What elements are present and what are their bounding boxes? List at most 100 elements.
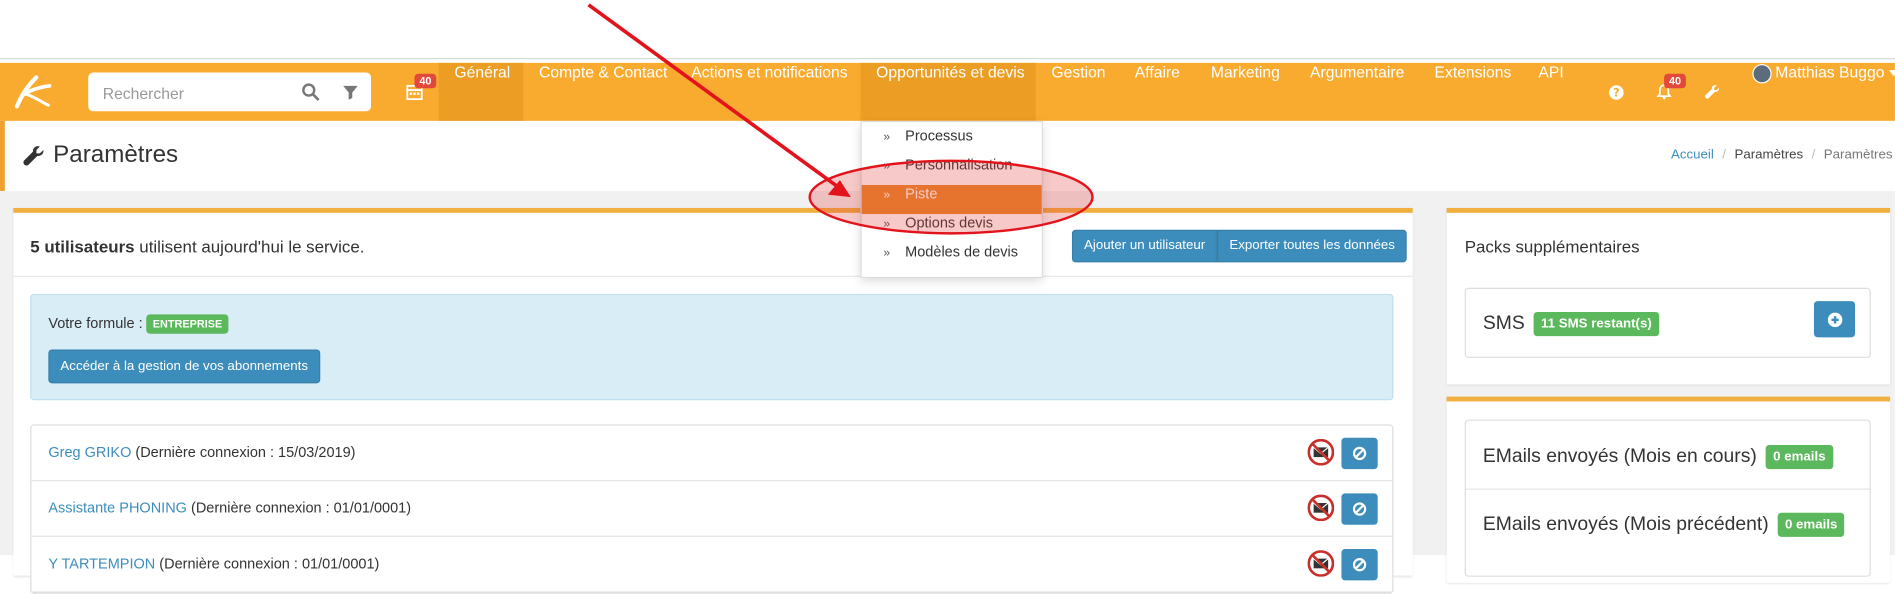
no-email-icon[interactable] [1307, 438, 1335, 466]
users-actions: Ajouter un utilisateur Exporter toutes l… [1071, 229, 1408, 263]
breadcrumb-home[interactable]: Accueil [1671, 148, 1714, 163]
breadcrumb-separator: / [1811, 147, 1816, 163]
add-sms-button[interactable] [1813, 301, 1856, 338]
page-title-text: Paramètres [53, 141, 179, 169]
user-last-login: (Dernière connexion : 01/01/0001) [155, 555, 380, 572]
dropdown-item-options-devis[interactable]: » Options devis [862, 214, 1042, 243]
dropdown-item-label: Personnalisation [905, 155, 1013, 173]
search-icon[interactable] [301, 82, 320, 101]
app-logo-icon[interactable] [10, 73, 54, 112]
packs-title: Packs supplémentaires [1464, 237, 1640, 257]
export-data-button[interactable]: Exporter toutes les données [1217, 229, 1408, 263]
users-panel: 5 utilisateurs utilisent aujourd'hui le … [13, 207, 1413, 594]
disable-user-button[interactable] [1341, 493, 1378, 525]
ban-icon [1352, 446, 1367, 461]
formula-box: Votre formule : ENTREPRISE Accéder à la … [30, 293, 1394, 401]
wrench-icon [1705, 85, 1720, 99]
add-user-button[interactable]: Ajouter un utilisateur [1071, 229, 1218, 263]
opportunities-dropdown: » Processus » Personnalisation » Piste » Opt… [860, 120, 1043, 279]
sms-box: SMS 11 SMS restant(s) [1464, 287, 1871, 358]
filter-icon[interactable] [341, 82, 360, 101]
emails-prev-badge: 0 emails [1777, 512, 1845, 537]
disable-user-button[interactable] [1341, 437, 1378, 470]
settings-button[interactable] [1692, 63, 1733, 121]
nav-extensions[interactable]: Extensions [1419, 63, 1527, 121]
emails-prev-label: EMails envoyés (Mois précédent) [1482, 514, 1769, 535]
nav-argumentaire[interactable]: Argumentaire [1294, 63, 1420, 121]
emails-current-label: EMails envoyés (Mois en cours) [1482, 446, 1757, 468]
help-icon: ? [1608, 84, 1624, 100]
nav-gestion[interactable]: Gestion [1036, 63, 1122, 121]
nav-marketing[interactable]: Marketing [1195, 63, 1295, 121]
manage-subscriptions-button[interactable]: Accéder à la gestion de vos abonnements [48, 349, 321, 384]
breadcrumb-item[interactable]: Paramètres [1734, 148, 1803, 163]
dropdown-item-label: Modèles de devis [905, 243, 1019, 260]
plus-circle-icon [1827, 311, 1842, 327]
user-link[interactable]: Y TARTEMPION [48, 555, 155, 572]
ban-icon [1352, 502, 1367, 516]
no-email-icon[interactable] [1307, 550, 1335, 577]
user-entry: Assistante PHONING (Dernière connexion :… [48, 499, 411, 516]
search-box [88, 72, 372, 112]
user-last-login: (Dernière connexion : 01/01/0001) [186, 499, 412, 517]
user-row: Assistante PHONING (Dernière connexion :… [31, 481, 1393, 537]
calendar-button[interactable] [394, 63, 435, 121]
page-title: Paramètres [22, 141, 178, 169]
double-chevron-right-icon: » [883, 246, 891, 260]
chevron-down-icon [1889, 70, 1895, 77]
breadcrumb: Accueil / Paramètres / Paramètres [1671, 148, 1893, 163]
users-summary: 5 utilisateurs utilisent aujourd'hui le … [30, 237, 364, 256]
help-button[interactable]: ? [1595, 63, 1636, 121]
sms-line: SMS 11 SMS restant(s) [1482, 311, 1660, 337]
dropdown-item-processus[interactable]: » Processus [862, 127, 1042, 156]
double-chevron-right-icon: » [883, 188, 891, 202]
nav-actions-notifications[interactable]: Actions et notifications [676, 63, 864, 121]
double-chevron-right-icon: » [883, 159, 891, 173]
user-link[interactable]: Greg GRIKO [48, 444, 131, 461]
divider [1465, 488, 1870, 490]
dropdown-item-label: Piste [905, 185, 938, 202]
no-email-icon[interactable] [1307, 494, 1335, 522]
dropdown-item-label: Processus [905, 126, 973, 144]
dropdown-item-personnalisation[interactable]: » Personnalisation [862, 156, 1042, 185]
emails-box: EMails envoyés (Mois en cours) 0 emails … [1464, 419, 1871, 577]
formula-label: Votre formule : ENTREPRISE [48, 314, 229, 334]
dropdown-item-label: Options devis [905, 214, 994, 231]
double-chevron-right-icon: » [883, 130, 891, 144]
avatar [1752, 63, 1772, 83]
nav-compte-contact[interactable]: Compte & Contact [523, 63, 683, 121]
divider [13, 275, 1413, 277]
user-link[interactable]: Assistante PHONING [48, 499, 187, 516]
ban-icon [1352, 558, 1367, 572]
disable-user-button[interactable] [1341, 548, 1378, 581]
top-strip [0, 0, 1895, 60]
formula-badge: ENTREPRISE [146, 314, 229, 334]
notifications-button[interactable] [1644, 63, 1685, 121]
emails-current-badge: 0 emails [1765, 444, 1833, 470]
formula-label-text: Votre formule : [48, 314, 143, 332]
users-list: Greg GRIKO (Dernière connexion : 15/03/2… [30, 424, 1394, 594]
sms-label: SMS [1482, 313, 1525, 335]
emails-prev-line: EMails envoyés (Mois précédent) 0 emails [1482, 512, 1845, 537]
nav-affaire[interactable]: Affaire [1119, 63, 1196, 121]
svg-text:?: ? [1613, 86, 1620, 99]
breadcrumb-current: Paramètres [1823, 147, 1893, 163]
nav-opportunites-devis[interactable]: Opportunités et devis [860, 62, 1036, 121]
user-row: Y TARTEMPION (Dernière connexion : 01/01… [31, 537, 1393, 593]
wrench-icon [23, 145, 44, 165]
sms-badge: 11 SMS restant(s) [1533, 311, 1660, 337]
users-count: 5 utilisateurs [30, 237, 135, 257]
user-menu[interactable]: Matthias Buggo [1752, 63, 1895, 121]
dropdown-item-modeles-devis[interactable]: » Modèles de devis [862, 243, 1042, 272]
nav-api[interactable]: API [1523, 63, 1580, 121]
user-row: Greg GRIKO (Dernière connexion : 15/03/2… [31, 426, 1393, 482]
dropdown-item-piste[interactable]: » Piste [861, 185, 1042, 215]
user-entry: Greg GRIKO (Dernière connexion : 15/03/2… [48, 444, 355, 461]
navbar: 40 Général Compte & Contact Actions et n… [0, 62, 1895, 121]
double-chevron-right-icon: » [883, 217, 891, 231]
user-name: Matthias Buggo [1775, 62, 1885, 82]
calendar-badge: 40 [414, 73, 437, 89]
nav-general[interactable]: Général [438, 62, 524, 121]
breadcrumb-separator: / [1722, 147, 1727, 163]
search-input[interactable] [100, 79, 287, 107]
